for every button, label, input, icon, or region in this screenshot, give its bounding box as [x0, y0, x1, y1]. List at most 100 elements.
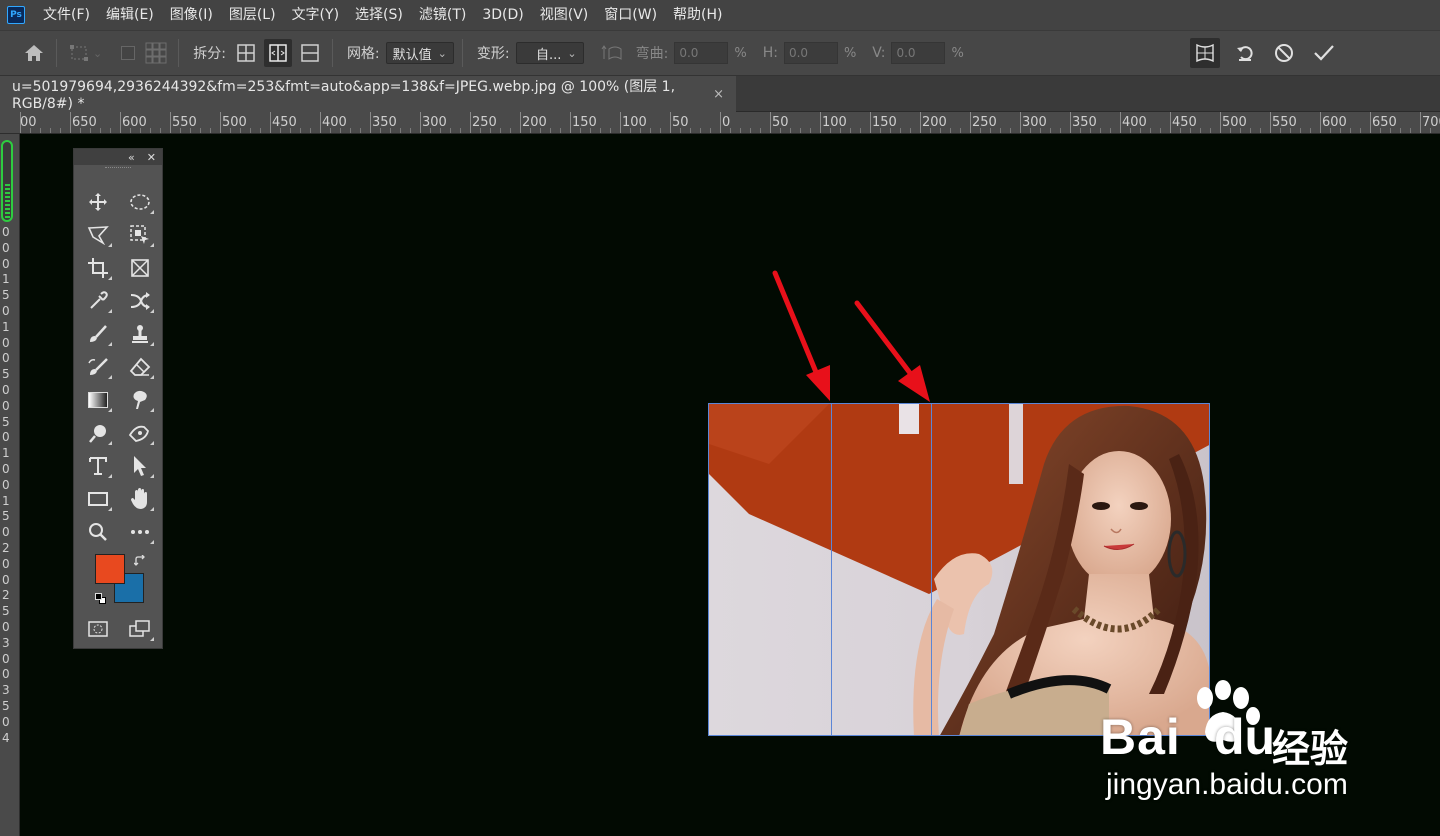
- menu-item[interactable]: 图层(L): [221, 0, 284, 30]
- hand-tool-icon[interactable]: [124, 484, 156, 514]
- crop-tool-icon[interactable]: [82, 253, 114, 283]
- zoom-tool-icon[interactable]: [82, 517, 114, 547]
- warp-mode-toggle-icon[interactable]: [1190, 38, 1220, 68]
- ruler-minor-tick: [440, 128, 441, 133]
- ruler-minor-tick: [940, 128, 941, 133]
- object-selection-tool-icon[interactable]: [124, 220, 156, 250]
- warp-select[interactable]: 自... ⌄: [515, 42, 584, 64]
- grid-select-value: 默认值: [392, 47, 432, 63]
- brush-tool-icon[interactable]: [82, 319, 114, 349]
- quick-mask-icon[interactable]: [82, 614, 114, 644]
- ruler-major-tick: [1070, 112, 1071, 133]
- ruler-label: 150: [872, 115, 897, 130]
- menu-item[interactable]: 文件(F): [35, 0, 98, 30]
- ruler-minor-tick: [250, 128, 251, 133]
- clone-stamp-tool-icon[interactable]: [124, 319, 156, 349]
- rectangle-tool-icon[interactable]: [82, 484, 114, 514]
- menu-item[interactable]: 文字(Y): [284, 0, 347, 30]
- ruler-minor-tick: [210, 128, 211, 133]
- screen-mode-icon[interactable]: [124, 614, 156, 644]
- content-aware-move-tool-icon[interactable]: [124, 286, 156, 316]
- ruler-minor-tick: [890, 128, 891, 133]
- ruler-label: 1: [2, 446, 10, 461]
- ruler-major-tick: [1020, 112, 1021, 133]
- grid-points-icon[interactable]: [142, 39, 170, 67]
- type-tool-icon[interactable]: [82, 451, 114, 481]
- menu-item[interactable]: 3D(D): [474, 0, 531, 30]
- split-crosswise-icon[interactable]: [232, 39, 260, 67]
- ruler-label: 1: [2, 272, 10, 287]
- menu-item[interactable]: 编辑(E): [98, 0, 162, 30]
- reset-warp-icon[interactable]: [1231, 39, 1259, 67]
- close-icon[interactable]: ✕: [147, 151, 156, 164]
- panel-grip[interactable]: [105, 167, 131, 175]
- grid-select[interactable]: 默认值 ⌄: [385, 42, 454, 64]
- more-tools-icon[interactable]: [124, 517, 156, 547]
- v-input[interactable]: 0.0: [891, 42, 946, 64]
- chevron-down-icon[interactable]: ⌄: [93, 47, 102, 60]
- ruler-minor-tick: [1260, 128, 1261, 133]
- ruler-label: 5: [2, 604, 10, 619]
- swap-colors-icon[interactable]: [133, 552, 146, 571]
- menu-item[interactable]: 窗口(W): [596, 0, 665, 30]
- ruler-label: 0: [2, 256, 10, 271]
- watermark-url: jingyan.baidu.com: [1106, 768, 1348, 801]
- warp-orientation-icon[interactable]: [598, 39, 626, 67]
- horizontal-ruler[interactable]: 00 650 600 550 500 450 400 350 300 250 200 150 100 50…: [0, 112, 1440, 134]
- history-brush-tool-icon[interactable]: [82, 352, 114, 382]
- ruler-label: 250: [972, 115, 997, 130]
- close-icon[interactable]: ×: [713, 87, 724, 102]
- document-tab[interactable]: u=501979694,2936244392&fm=253&fmt=auto&a…: [0, 76, 736, 112]
- split-vertical-icon[interactable]: [263, 39, 292, 67]
- ruler-minor-tick: [930, 128, 931, 133]
- ruler-label: 5: [2, 367, 10, 382]
- transform-preset-icon[interactable]: [65, 39, 93, 67]
- smudge-tool-icon[interactable]: [124, 385, 156, 415]
- eyedropper-tool-icon[interactable]: [82, 286, 114, 316]
- split-horizontal-icon[interactable]: [296, 39, 324, 67]
- photoshop-logo-icon[interactable]: Ps: [7, 6, 25, 24]
- menu-item[interactable]: 滤镜(T): [411, 0, 474, 30]
- collapse-icon[interactable]: «: [128, 151, 135, 164]
- commit-checkmark-icon[interactable]: [1310, 39, 1338, 67]
- polygonal-lasso-tool-icon[interactable]: [82, 220, 114, 250]
- ruler-label: 400: [1122, 115, 1147, 130]
- ruler-major-tick: [1220, 112, 1221, 133]
- h-input[interactable]: 0.0: [783, 42, 838, 64]
- pen-tool-icon[interactable]: [124, 418, 156, 448]
- ruler-label: 350: [372, 115, 397, 130]
- ruler-minor-tick: [190, 128, 191, 133]
- ruler-minor-tick: [300, 128, 301, 133]
- ruler-minor-tick: [1150, 128, 1151, 133]
- vertical-ruler[interactable]: 000150100500501001502002503003504: [0, 134, 20, 836]
- ruler-label: 5: [2, 509, 10, 524]
- foreground-color-swatch[interactable]: [95, 554, 125, 584]
- home-icon[interactable]: [20, 39, 48, 67]
- eraser-tool-icon[interactable]: [124, 352, 156, 382]
- menu-item[interactable]: 帮助(H): [665, 0, 730, 30]
- menu-item[interactable]: 视图(V): [532, 0, 597, 30]
- ruler-label: 2: [2, 541, 10, 555]
- ruler-minor-tick: [240, 128, 241, 133]
- cancel-icon[interactable]: [1270, 39, 1298, 67]
- ruler-minor-tick: [150, 128, 151, 133]
- ruler-minor-tick: [1330, 128, 1331, 133]
- move-tool-icon[interactable]: [82, 187, 114, 217]
- elliptical-marquee-tool-icon[interactable]: [124, 187, 156, 217]
- ruler-major-tick: [1270, 112, 1271, 133]
- v-label: V:: [872, 45, 886, 61]
- menu-item[interactable]: 选择(S): [347, 0, 411, 30]
- ruler-minor-tick: [600, 128, 601, 133]
- gradient-tool-icon[interactable]: [82, 385, 114, 415]
- ruler-minor-tick: [1240, 128, 1241, 133]
- ruler-minor-tick: [1210, 128, 1211, 133]
- path-selection-tool-icon[interactable]: [124, 451, 156, 481]
- frame-tool-icon[interactable]: [124, 253, 156, 283]
- dodge-tool-icon[interactable]: [82, 418, 114, 448]
- bend-input[interactable]: 0.0: [674, 42, 729, 64]
- ruler-label: 500: [222, 115, 247, 130]
- ruler-major-tick: [220, 112, 221, 133]
- checkbox-icon[interactable]: [114, 39, 142, 67]
- bend-label: 弯曲:: [635, 46, 669, 62]
- menu-item[interactable]: 图像(I): [162, 0, 221, 30]
